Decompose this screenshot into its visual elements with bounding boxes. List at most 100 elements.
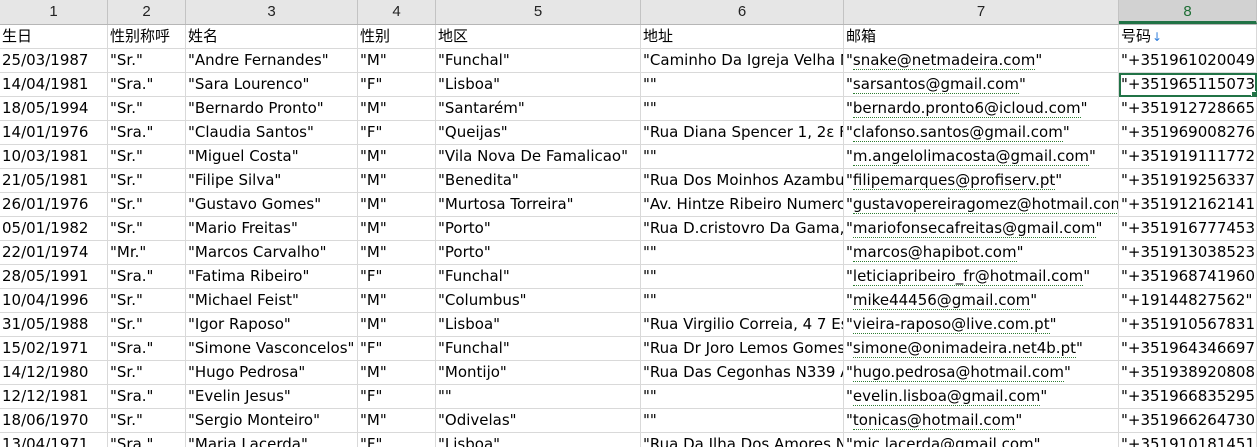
cell[interactable]: "" [641,385,844,409]
cell[interactable]: "+351964346697' [1119,337,1257,361]
cell[interactable]: 21/05/1981 [0,169,108,193]
cell[interactable]: "" [641,289,844,313]
email-link[interactable]: sarsantos@gmail.com [852,75,1019,94]
cell[interactable]: "Sergio Monteiro" [186,409,358,433]
cell[interactable]: "Mario Freitas" [186,217,358,241]
cell[interactable]: "M" [358,289,436,313]
email-cell[interactable]: "mic.lacerda@gmail.com" [844,433,1119,447]
email-link[interactable]: evelin.lisboa@gmail.com [852,387,1041,406]
cell[interactable]: "Sara Lourenco" [186,73,358,97]
cell[interactable]: "+351919111772' [1119,145,1257,169]
cell[interactable]: "M" [358,97,436,121]
cell[interactable]: 13/04/1971 [0,433,108,447]
sort-arrow-icon[interactable]: ↓ [1152,30,1162,44]
cell[interactable]: "Sra." [108,121,186,145]
cell[interactable]: "Sr." [108,289,186,313]
cell[interactable]: "Vila Nova De Famalicao" [436,145,641,169]
cell[interactable]: "+351969008276' [1119,121,1257,145]
column-header-8[interactable]: 8 [1119,0,1257,24]
email-link[interactable]: hugo.pedrosa@hotmail.com [852,363,1064,382]
email-cell[interactable]: "tonicas@hotmail.com" [844,409,1119,433]
cell[interactable]: "+351910567831' [1119,313,1257,337]
cell[interactable]: 25/03/1987 [0,49,108,73]
cell[interactable]: "Sr." [108,145,186,169]
cell[interactable]: "Bernardo Pronto" [186,97,358,121]
cell[interactable]: "Rua Diana Spencer 1, 2ε Fr [641,121,844,145]
cell[interactable]: "+351968741960' [1119,265,1257,289]
cell[interactable]: "" [641,241,844,265]
cell[interactable]: "+351938920808' [1119,361,1257,385]
cell[interactable]: 15/02/1971 [0,337,108,361]
cell[interactable]: "Montijo" [436,361,641,385]
email-cell[interactable]: "bernardo.pronto6@icloud.com" [844,97,1119,121]
cell[interactable]: "+351961020049' [1119,49,1257,73]
cell[interactable]: "Sr." [108,361,186,385]
cell[interactable]: 邮箱 [844,25,1119,49]
cell[interactable]: "Sr." [108,193,186,217]
cell[interactable]: "Gustavo Gomes" [186,193,358,217]
cell[interactable]: "Santarém" [436,97,641,121]
cell[interactable]: "Lisboa" [436,73,641,97]
cell[interactable]: "+351966835295' [1119,385,1257,409]
email-link[interactable]: simone@onimadeira.net4b.pt [852,339,1076,358]
email-cell[interactable]: "filipemarques@profiserv.pt" [844,169,1119,193]
cell[interactable]: "Rua D.cristovro Da Gama, [641,217,844,241]
email-link[interactable]: tonicas@hotmail.com [852,411,1016,430]
email-cell[interactable]: "leticiapribeiro_fr@hotmail.com" [844,265,1119,289]
email-cell[interactable]: "mariofonsecafreitas@gmail.com" [844,217,1119,241]
cell[interactable]: "Sr." [108,313,186,337]
cell[interactable]: "Sra." [108,265,186,289]
email-cell[interactable]: "hugo.pedrosa@hotmail.com" [844,361,1119,385]
cell[interactable]: "" [641,145,844,169]
cell[interactable]: "" [436,385,641,409]
cell[interactable]: "+351910181451 [1119,433,1257,447]
column-header-3[interactable]: 3 [186,0,358,24]
email-link[interactable]: m.angelolimacosta@gmail.com [852,147,1089,166]
cell[interactable]: "+351912162141' [1119,193,1257,217]
email-cell[interactable]: "clafonso.santos@gmail.com" [844,121,1119,145]
email-cell[interactable]: "snake@netmadeira.com" [844,49,1119,73]
cell[interactable]: "Rua Dr Joro Lemos Gomes [641,337,844,361]
cell[interactable]: 22/01/1974 [0,241,108,265]
cell[interactable]: "M" [358,361,436,385]
cell[interactable]: "Rua Virgilio Correia, 4 7 Es [641,313,844,337]
cell[interactable]: "M" [358,409,436,433]
cell[interactable]: "Lisboa" [436,313,641,337]
email-cell[interactable]: "simone@onimadeira.net4b.pt" [844,337,1119,361]
cell[interactable]: 31/05/1988 [0,313,108,337]
cell[interactable]: "F" [358,73,436,97]
column-header-5[interactable]: 5 [436,0,641,24]
cell[interactable]: "Claudia Santos" [186,121,358,145]
cell[interactable]: "Mr." [108,241,186,265]
cell[interactable]: 14/04/1981 [0,73,108,97]
email-cell[interactable]: "marcos@hapibot.com" [844,241,1119,265]
cell[interactable]: "Marcos Carvalho" [186,241,358,265]
cell[interactable]: "Igor Raposo" [186,313,358,337]
cell[interactable]: "Funchal" [436,265,641,289]
cell[interactable]: "" [641,265,844,289]
cell[interactable]: "F" [358,337,436,361]
cell[interactable]: 10/03/1981 [0,145,108,169]
cell[interactable]: 05/01/1982 [0,217,108,241]
cell[interactable]: "Funchal" [436,49,641,73]
cell[interactable]: "Sra." [108,337,186,361]
cell[interactable]: "Sra." [108,433,186,447]
cell[interactable]: "Porto" [436,241,641,265]
email-link[interactable]: mariofonsecafreitas@gmail.com [852,219,1096,238]
cell[interactable]: "M" [358,241,436,265]
cell[interactable]: "Rua Dos Moinhos Azambu [641,169,844,193]
email-link[interactable]: vieira-raposo@live.com.pt [852,315,1050,334]
cell[interactable]: "F" [358,433,436,447]
cell[interactable]: 14/12/1980 [0,361,108,385]
cell[interactable]: 号码↓ [1119,25,1257,49]
column-header-1[interactable]: 1 [0,0,108,24]
cell[interactable]: 10/04/1996 [0,289,108,313]
email-cell[interactable]: "sarsantos@gmail.com" [844,73,1119,97]
cell[interactable]: "Simone Vasconcelos" [186,337,358,361]
cell[interactable]: "+351966264730' [1119,409,1257,433]
cell[interactable]: 26/01/1976 [0,193,108,217]
cell[interactable]: 18/05/1994 [0,97,108,121]
cell[interactable]: "F" [358,385,436,409]
cell[interactable]: 地区 [436,25,641,49]
cell[interactable]: "Sra." [108,73,186,97]
